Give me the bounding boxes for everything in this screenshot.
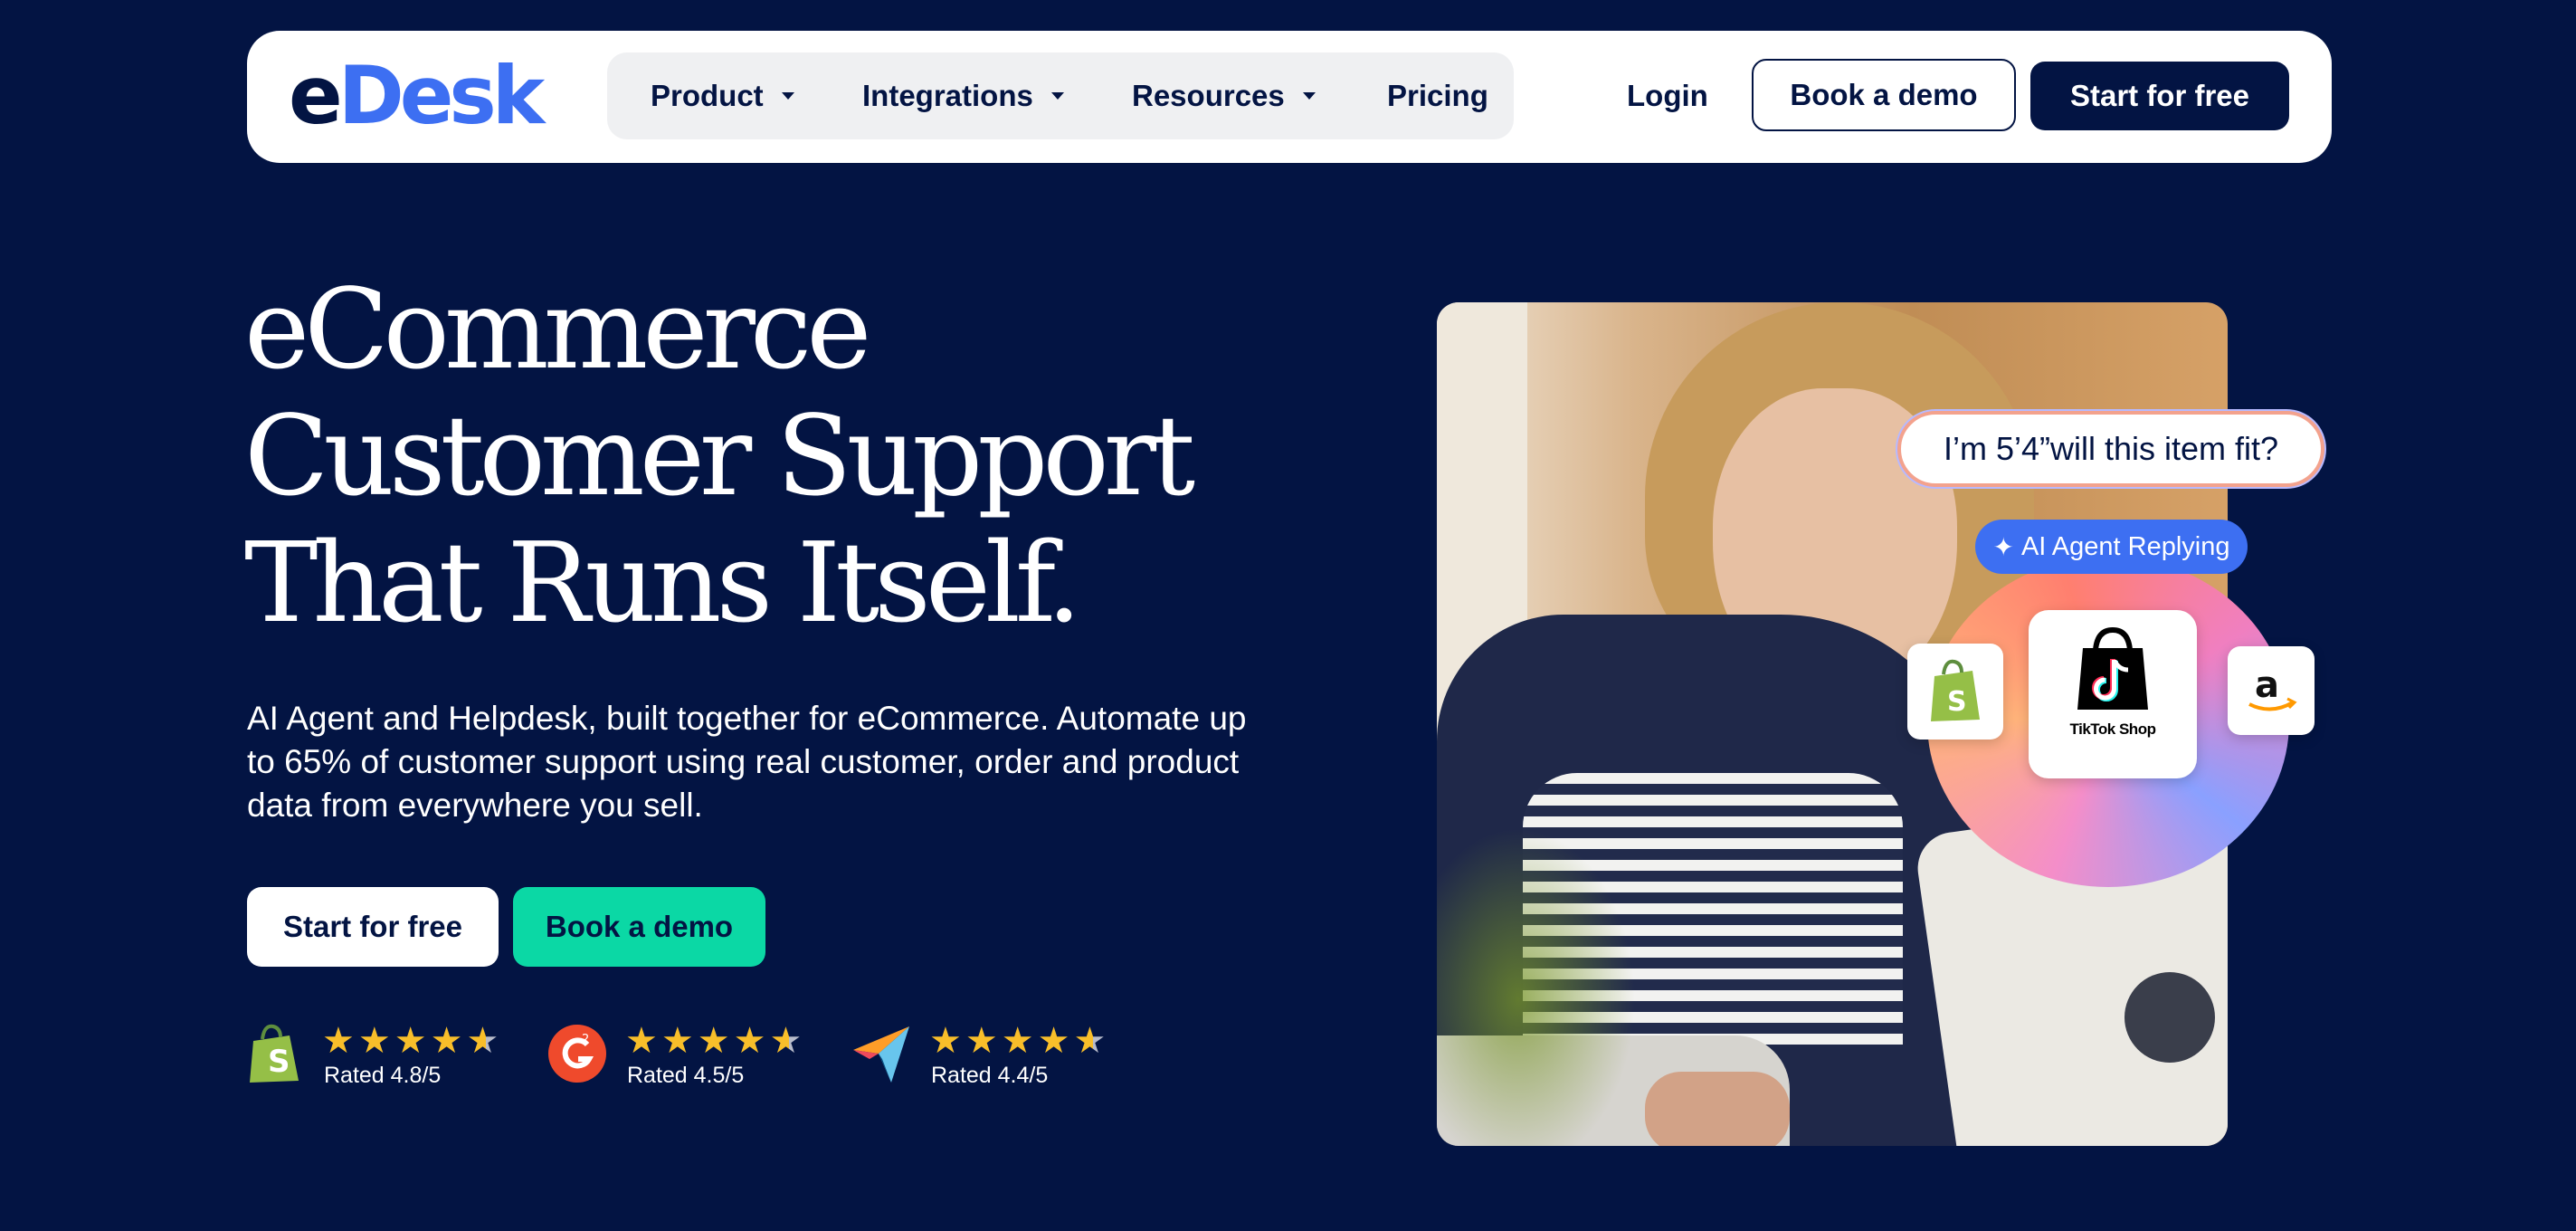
logo-desk: Desk (337, 49, 546, 142)
shopify-icon: S (250, 1024, 299, 1083)
nav-item-label: Resources (1132, 79, 1285, 112)
start-free-button[interactable]: Start for free (2030, 62, 2289, 130)
caret-down-icon (1302, 92, 1316, 100)
rating-g2: 2 ★★★★★ Rated 4.5/5 (547, 1019, 819, 1092)
chat-bubble: I’m 5’4”will this item fit? (1897, 411, 2324, 487)
nav-item-label: Pricing (1387, 79, 1488, 112)
photo-laptop-logo (2124, 972, 2215, 1063)
tiktok-shop-icon (2077, 626, 2148, 710)
amazon-icon: a (2248, 664, 2297, 711)
svg-text:a: a (2255, 664, 2279, 706)
hero-subtext: AI Agent and Helpdesk, built together fo… (247, 700, 1247, 824)
hero-book-demo-button[interactable]: Book a demo (513, 887, 765, 967)
hero-start-free-button[interactable]: Start for free (247, 887, 499, 967)
logo-e: e (289, 49, 343, 142)
rating-capterra: ★★★★★ Rated 4.4/5 (851, 1019, 1123, 1092)
book-demo-button[interactable]: Book a demo (1752, 59, 2016, 131)
star-rating: ★★★★★ (625, 1021, 806, 1061)
svg-text:2: 2 (582, 1033, 589, 1046)
nav-item-label: Product (651, 79, 764, 112)
login-link[interactable]: Login (1627, 71, 1708, 121)
rating-label: Rated 4.5/5 (627, 1063, 745, 1088)
edesk-logo[interactable]: eDesk (289, 49, 546, 142)
shopify-tile: S (1907, 644, 2003, 740)
star-rating: ★★★★★ (929, 1021, 1110, 1061)
tiktok-shop-tile: TikTok Shop (2029, 610, 2197, 778)
caret-down-icon (1050, 92, 1064, 100)
nav-item-resources[interactable]: Resources (1132, 52, 1316, 139)
amazon-tile: a (2228, 646, 2315, 735)
nav-menu: Product Integrations Resources Pricing (607, 52, 1514, 139)
rating-label: Rated 4.4/5 (931, 1063, 1049, 1088)
tiktok-shop-label: TikTok Shop (2069, 720, 2156, 738)
nav-item-product[interactable]: Product (651, 52, 794, 139)
caret-down-icon (781, 92, 794, 100)
headline-line-2: Customer Support (244, 392, 1195, 520)
headline-line-1: eCommerce (244, 265, 871, 394)
star-rating: ★★★★★ (322, 1021, 503, 1061)
nav-item-label: Integrations (862, 79, 1033, 112)
headline-line-3: That Runs Itself. (244, 519, 1082, 647)
svg-text:S: S (1947, 686, 1967, 718)
rating-label: Rated 4.8/5 (324, 1063, 442, 1088)
capterra-icon (853, 1026, 909, 1083)
shopify-icon: S (1931, 659, 1980, 721)
top-navigation: eDesk Product Integrations Resources Pri… (247, 31, 2332, 163)
sparkle-icon: ✦ (1992, 532, 2014, 561)
photo-hand (1645, 1072, 1790, 1146)
svg-text:S: S (268, 1044, 290, 1080)
nav-item-pricing[interactable]: Pricing (1387, 52, 1488, 139)
hero-headline: eCommerce Customer Support That Runs Its… (244, 266, 1330, 646)
g2-icon: 2 (548, 1025, 606, 1083)
rating-shopify: S ★★★★★ Rated 4.8/5 (244, 1019, 516, 1092)
ai-agent-status-label: AI Agent Replying (2020, 531, 2230, 561)
ai-agent-status: ✦ AI Agent Replying (1975, 520, 2248, 574)
nav-item-integrations[interactable]: Integrations (862, 52, 1064, 139)
